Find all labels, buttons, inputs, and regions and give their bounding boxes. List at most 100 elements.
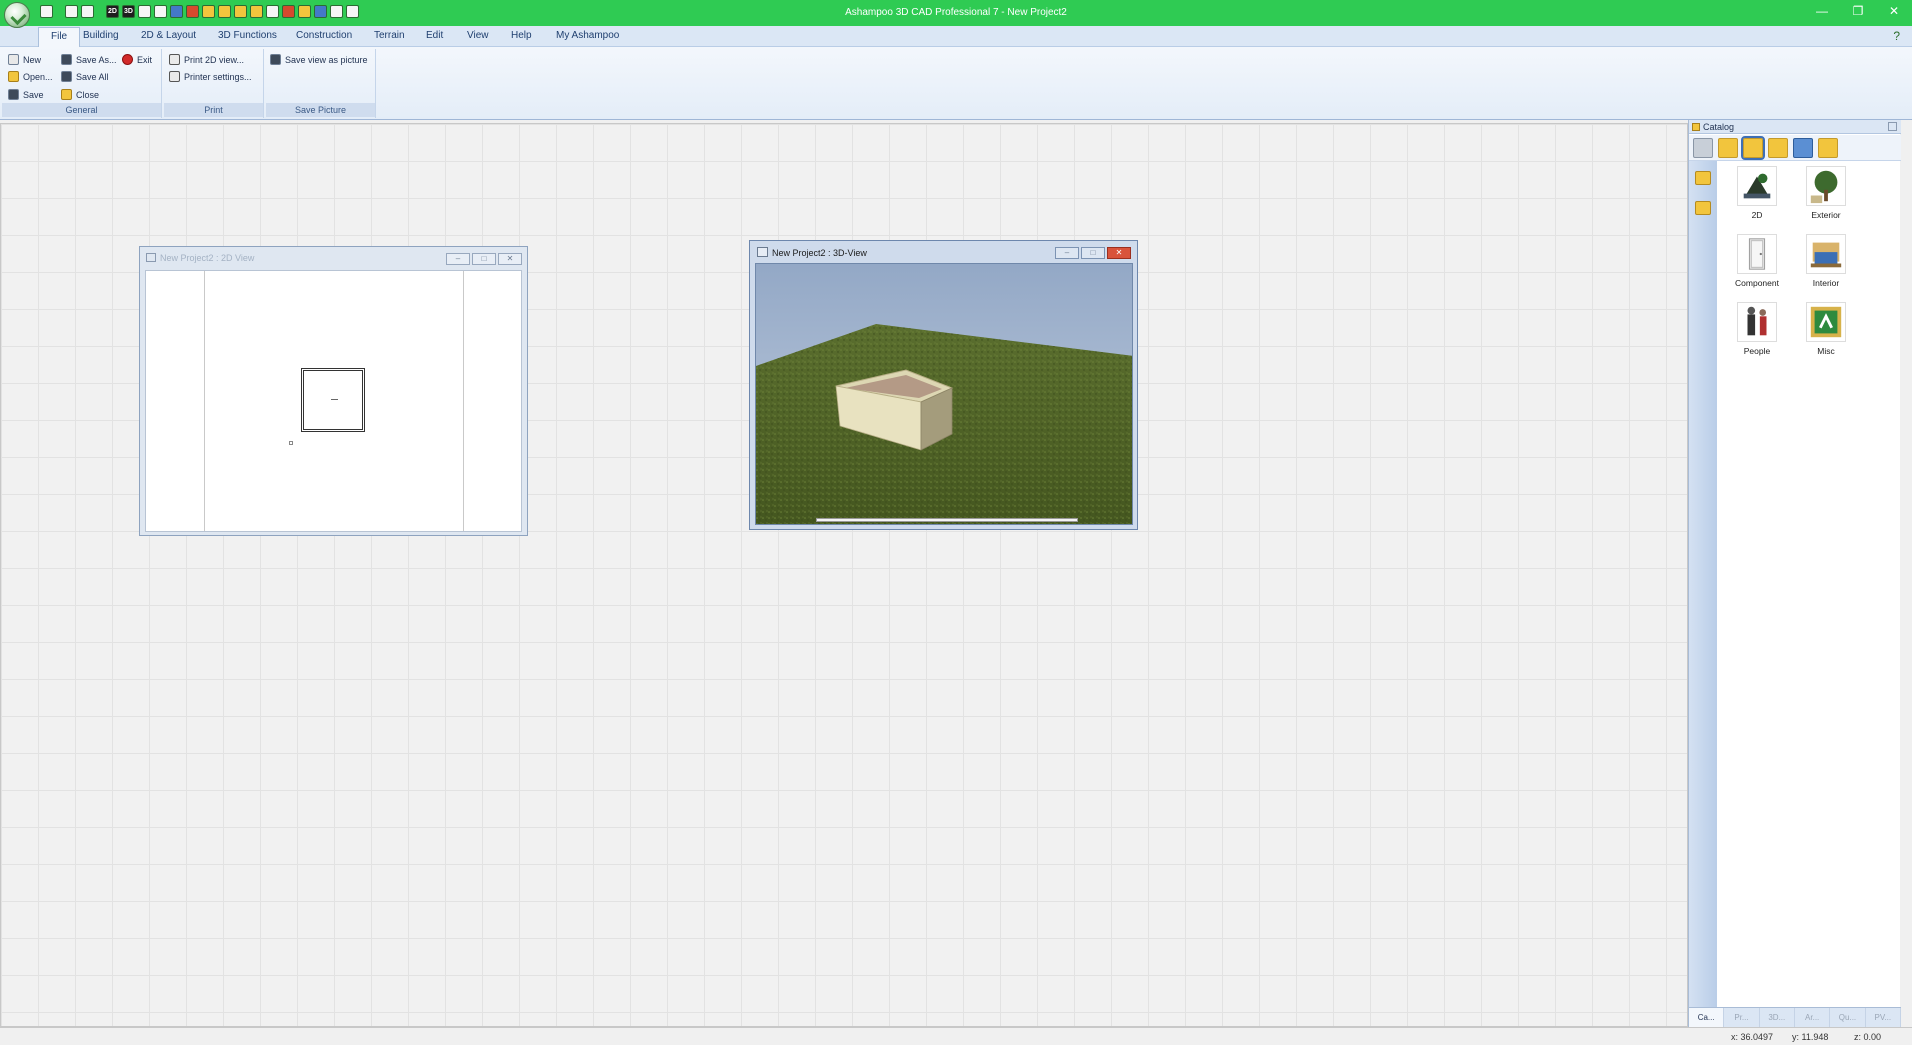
catalog-globe-icon[interactable]: [1793, 137, 1813, 158]
tab-view[interactable]: View: [467, 30, 489, 41]
catalog-side-folder-2-icon[interactable]: [1695, 201, 1711, 215]
ribbon-panel: New Open... Save Save As... Save All Clo…: [0, 47, 1912, 120]
catalog-root-icon[interactable]: [1741, 135, 1765, 160]
catalog-header: Catalog: [1689, 120, 1901, 134]
printer-settings-button[interactable]: Printer settings...: [169, 71, 252, 82]
3d-scene-render: [756, 264, 1132, 524]
print-group-label: Print: [164, 103, 263, 117]
catalog-import-icon[interactable]: [1818, 137, 1838, 158]
3d-view-title: New Project2 : 3D-View: [772, 248, 867, 258]
close-project-button[interactable]: Close: [61, 89, 99, 100]
ribbon-tabs: File Building 2D & Layout 3D Functions C…: [0, 26, 1912, 47]
catalog-item-people[interactable]: People: [1728, 302, 1786, 356]
catalog-item-misc[interactable]: Misc: [1797, 302, 1855, 356]
catalog-panel: Catalog 2D Exterior Component Interior P…: [1688, 120, 1901, 1027]
catalog-favorites-icon[interactable]: [1768, 137, 1788, 158]
2d-catalog-icon: [1737, 166, 1777, 206]
printer-icon: [169, 54, 180, 65]
people-catalog-icon: [1737, 302, 1777, 342]
2d-minimize-button[interactable]: –: [446, 253, 470, 265]
close-button[interactable]: ✕: [1876, 0, 1912, 22]
catalog-item-interior[interactable]: Interior: [1797, 234, 1855, 288]
3d-scroll-handle[interactable]: [816, 518, 1078, 522]
3d-scene[interactable]: [755, 263, 1133, 525]
2d-close-button[interactable]: ✕: [498, 253, 522, 265]
status-x-coordinate: x: 36.0497: [1731, 1032, 1774, 1042]
bottom-tab-pv[interactable]: PV...: [1866, 1008, 1901, 1027]
catalog-side-folder-icon[interactable]: [1695, 171, 1711, 185]
save-all-icon: [61, 71, 72, 82]
3d-close-button[interactable]: ✕: [1107, 247, 1131, 259]
camera-icon: [270, 54, 281, 65]
save-button[interactable]: Save: [8, 89, 44, 100]
tab-3d-functions[interactable]: 3D Functions: [218, 30, 277, 41]
minimize-button[interactable]: —: [1804, 0, 1840, 22]
component-catalog-icon: [1737, 234, 1777, 274]
catalog-icon: [1692, 123, 1700, 131]
print-2d-button[interactable]: Print 2D view...: [169, 54, 244, 65]
2d-view-title: New Project2 : 2D View: [160, 253, 255, 263]
help-icon[interactable]: ?: [1893, 29, 1900, 43]
exterior-catalog-icon: [1806, 166, 1846, 206]
general-group: New Open... Save Save As... Save All Clo…: [2, 49, 162, 118]
catalog-toolbar: [1689, 135, 1901, 161]
new-file-icon: [8, 54, 19, 65]
catalog-title: Catalog: [1703, 122, 1735, 132]
save-as-button[interactable]: Save As...: [61, 54, 117, 65]
exit-icon: [122, 54, 133, 65]
catalog-up-icon[interactable]: [1693, 137, 1713, 158]
tab-building[interactable]: Building: [83, 30, 119, 41]
save-icon: [8, 89, 19, 100]
bottom-tab-quantity[interactable]: Qu...: [1830, 1008, 1866, 1027]
save-view-as-picture-button[interactable]: Save view as picture: [270, 54, 368, 65]
open-folder-icon: [8, 71, 19, 82]
exit-button[interactable]: Exit: [122, 54, 152, 65]
origin-marker: [289, 441, 293, 445]
new-button[interactable]: New: [8, 54, 41, 65]
2d-maximize-button[interactable]: □: [472, 253, 496, 265]
status-bar: x: 36.0497 y: 11.948 z: 0.00: [0, 1027, 1912, 1045]
bottom-tab-3d[interactable]: 3D...: [1760, 1008, 1795, 1027]
save-all-button[interactable]: Save All: [61, 71, 109, 82]
open-button[interactable]: Open...: [8, 71, 53, 82]
save-picture-group: Save view as picture Save Picture: [266, 49, 376, 118]
save-picture-group-label: Save Picture: [266, 103, 375, 117]
catalog-sidebar: [1689, 161, 1717, 1007]
catalog-item-2d[interactable]: 2D: [1728, 166, 1786, 220]
print-group: Print 2D view... Printer settings... Pri…: [164, 49, 264, 118]
bottom-tab-catalog[interactable]: Ca...: [1689, 1008, 1725, 1027]
save-as-icon: [61, 54, 72, 65]
3d-view-window[interactable]: New Project2 : 3D-View – □ ✕: [749, 240, 1138, 530]
printer-settings-icon: [169, 71, 180, 82]
close-folder-icon: [61, 89, 72, 100]
catalog-item-exterior[interactable]: Exterior: [1797, 166, 1855, 220]
2d-view-window[interactable]: New Project2 : 2D View – □ ✕: [139, 246, 528, 536]
tab-2d-layout[interactable]: 2D & Layout: [141, 30, 196, 41]
tab-terrain[interactable]: Terrain: [374, 30, 405, 41]
3d-minimize-button[interactable]: –: [1055, 247, 1079, 259]
catalog-bottom-tabs: Ca... Pr... 3D... Ar... Qu... PV...: [1689, 1007, 1901, 1027]
3d-maximize-button[interactable]: □: [1081, 247, 1105, 259]
tab-help[interactable]: Help: [511, 30, 532, 41]
tab-construction[interactable]: Construction: [296, 30, 352, 41]
restore-button[interactable]: ❐: [1840, 0, 1876, 22]
misc-catalog-icon: [1806, 302, 1846, 342]
3d-view-window-icon: [757, 247, 768, 257]
2d-view-window-icon: [146, 253, 156, 262]
tab-file[interactable]: File: [38, 27, 81, 47]
tab-my-ashampoo[interactable]: My Ashampoo: [556, 30, 619, 41]
general-group-label: General: [2, 103, 161, 117]
room-plan[interactable]: [301, 368, 365, 432]
window-title: Ashampoo 3D CAD Professional 7 - New Pro…: [845, 7, 1067, 18]
application-menu-button[interactable]: [4, 2, 30, 28]
plan-sheet: [204, 271, 464, 531]
bottom-tab-project[interactable]: Pr...: [1724, 1008, 1760, 1027]
2d-canvas[interactable]: [145, 270, 522, 532]
catalog-folder-icon[interactable]: [1718, 137, 1738, 158]
catalog-item-component[interactable]: Component: [1728, 234, 1786, 288]
interior-catalog-icon: [1806, 234, 1846, 274]
tab-edit[interactable]: Edit: [426, 30, 443, 41]
bottom-tab-architecture[interactable]: Ar...: [1795, 1008, 1831, 1027]
title-bar: 2D 3D Ashampoo 3D CAD Professional 7 - N…: [0, 0, 1912, 28]
pin-icon[interactable]: [1888, 122, 1897, 131]
